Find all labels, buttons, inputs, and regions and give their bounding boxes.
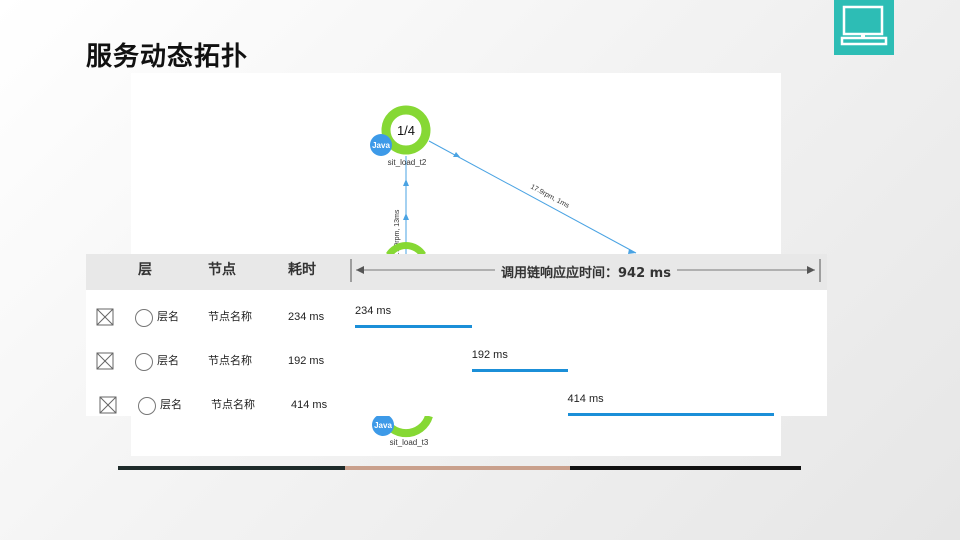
timeline-bar[interactable]	[567, 413, 775, 416]
checkbox-cross-icon[interactable]	[96, 352, 114, 370]
header-duration: 耗时	[288, 262, 316, 278]
bar-label: 192 ms	[471, 349, 508, 361]
row-node: 节点名称	[211, 398, 255, 411]
divider-line	[570, 466, 801, 470]
radio-icon[interactable]	[135, 309, 153, 327]
node-name-label: sit_load_t3	[390, 438, 429, 447]
node-name-label: sit_load_t2	[388, 158, 427, 167]
table-row[interactable]: 层名 节点名称 234 ms 234 ms	[86, 295, 827, 339]
table-header: 层 节点 耗时 调用链响应应时间：942 ms	[86, 254, 827, 290]
row-duration: 414 ms	[291, 399, 328, 411]
radio-icon[interactable]	[135, 353, 153, 371]
row-duration: 192 ms	[288, 355, 325, 367]
row-layer: 层名	[157, 354, 179, 367]
timeline-bar[interactable]	[355, 325, 472, 328]
corner-tile	[834, 0, 894, 55]
row-node: 节点名称	[208, 354, 252, 367]
table-row[interactable]: 层名 节点名称 414 ms 414 ms	[86, 383, 827, 427]
row-duration: 234 ms	[288, 311, 325, 323]
timeline-bar[interactable]	[471, 369, 568, 372]
row-layer: 层名	[157, 310, 179, 323]
bar-label: 234 ms	[355, 305, 392, 317]
trace-table: 层 节点 耗时 调用链响应应时间：942 ms 层名 节点名称 234 ms 2…	[86, 254, 827, 416]
checkbox-cross-icon[interactable]	[96, 308, 114, 326]
row-layer: 层名	[160, 398, 182, 411]
divider-line	[345, 466, 570, 470]
edge-arrow-marker	[403, 179, 409, 186]
table-row[interactable]: 层名 节点名称 192 ms 192 ms	[86, 339, 827, 383]
radio-icon[interactable]	[138, 397, 156, 415]
row-node: 节点名称	[208, 310, 252, 323]
timeline-header: 调用链响应应时间：942 ms	[350, 254, 822, 290]
topology-edge-diagonal[interactable]	[428, 140, 637, 254]
edge-arrow-marker	[403, 213, 409, 220]
topology-node-top[interactable]: 1/4 Java sit_load_t2	[370, 105, 431, 167]
node-count-label: 1/4	[397, 123, 415, 138]
header-node: 节点	[208, 262, 236, 278]
page-title: 服务动态拓扑	[86, 42, 249, 72]
checkbox-cross-icon[interactable]	[99, 396, 117, 414]
bar-label: 414 ms	[567, 393, 604, 405]
monitor-icon	[840, 5, 888, 46]
timeline-title: 调用链响应应时间：942 ms	[495, 262, 677, 281]
header-layer: 层	[138, 262, 152, 278]
divider-line	[118, 466, 345, 470]
node-runtime-badge: Java	[372, 141, 390, 150]
